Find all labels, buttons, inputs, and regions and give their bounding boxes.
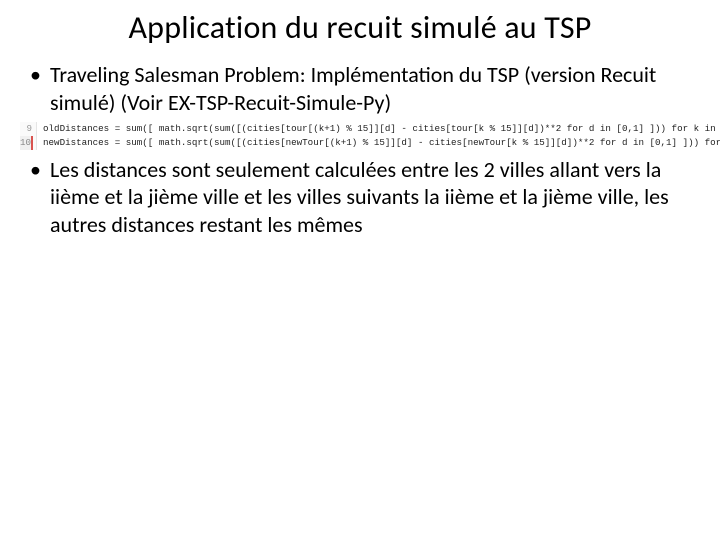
bullet-item-1: Traveling Salesman Problem: Implémentati… (26, 61, 700, 116)
bullet-list: Traveling Salesman Problem: Implémentati… (20, 61, 700, 116)
bullet-list-2: Les distances sont seulement calculées e… (20, 156, 700, 239)
code-gutter: 9 10 (20, 122, 37, 150)
bullet-item-2: Les distances sont seulement calculées e… (26, 156, 700, 239)
code-line: oldDistances = sum([ math.sqrt(sum([(cit… (43, 122, 720, 136)
slide-title: Application du recuit simulé au TSP (20, 8, 700, 47)
code-lines: oldDistances = sum([ math.sqrt(sum([(cit… (37, 122, 720, 150)
line-number: 10 (20, 136, 33, 150)
code-line: newDistances = sum([ math.sqrt(sum([(cit… (43, 136, 720, 150)
line-number: 9 (20, 122, 32, 136)
code-block: 9 10 oldDistances = sum([ math.sqrt(sum(… (20, 122, 700, 150)
slide: Application du recuit simulé au TSP Trav… (0, 0, 720, 540)
